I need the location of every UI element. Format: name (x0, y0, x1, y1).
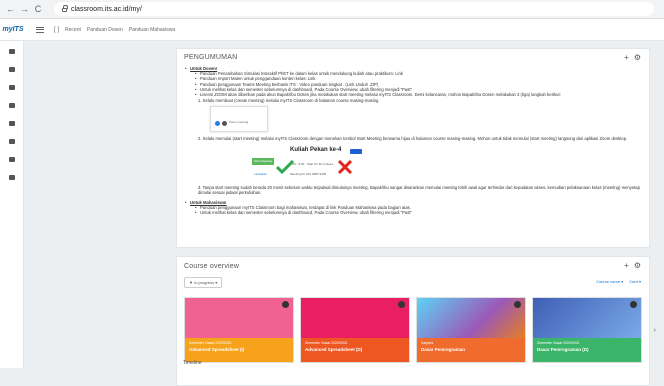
course-overview-title: Course overview (184, 263, 240, 270)
announcement-body: Untuk Dosen! Panduan Penambahan Simulasi… (184, 66, 642, 216)
continue-link: Lanjutkan (254, 171, 268, 176)
course-image (301, 298, 409, 338)
site-navbar: myITS [ ] Recent Panduan Dosen Panduan M… (0, 19, 664, 41)
list-item: Lisensi ZOOM akan diberikan pada akun Ba… (194, 92, 642, 97)
sidebar-item-admin[interactable] (0, 169, 24, 185)
dashboard-icon (9, 48, 15, 54)
browser-toolbar: ← → C classroom.its.ac.id/my/ (0, 0, 664, 19)
announcement-title: PENGUMUMAN (184, 54, 238, 61)
course-image (533, 298, 641, 338)
drawer-icon[interactable]: [ ] (54, 27, 59, 33)
course-card[interactable]: Semester Gasal 2020/2021 Advanced Spreads… (300, 297, 410, 363)
address-url: classroom.its.ac.id/my/ (71, 5, 142, 13)
address-bar[interactable]: classroom.its.ac.id/my/ (54, 2, 654, 16)
add-icon[interactable]: + (624, 53, 629, 62)
reload-icon[interactable]: C (34, 4, 42, 14)
start-meeting-button: Start Meeting (252, 157, 274, 165)
meeting-time: 9:00 - 9:30 · Start for 30 minutes (290, 161, 334, 166)
zoom-start-button (350, 148, 362, 154)
course-card[interactable]: Semester Gasal 2020/2021 Dasar Pemrograma… (532, 297, 642, 363)
hamburger-icon[interactable] (36, 26, 44, 33)
filter-dropdown[interactable]: ▼ In progress ▾ (184, 277, 223, 288)
start-meeting-screenshot: Start Meeting Lanjutkan Kuliah Pekan ke-… (252, 146, 388, 184)
back-icon[interactable]: ← (6, 4, 15, 14)
cross-icon (338, 159, 352, 174)
timeline-title: Timeline (183, 360, 202, 366)
course-name[interactable]: Advanced Spreadsheet (I) (189, 347, 289, 352)
class-title: Kuliah Pekan ke-4 (290, 146, 342, 153)
calendar-icon (9, 84, 15, 90)
forward-icon[interactable]: → (20, 4, 29, 14)
course-name[interactable]: Dasar Pemrograman (D) (537, 347, 637, 352)
admin-icon (9, 174, 15, 180)
course-name[interactable]: Dasar Pemrograman (421, 347, 521, 352)
course-menu-icon[interactable] (630, 301, 637, 308)
course-overview-block: Course overview + ⚙ ▼ In progress ▾ Cour… (176, 256, 656, 386)
sidebar-item-tools[interactable] (0, 151, 24, 167)
step-3: 3. Tanpa start meeting sudah berada 20 m… (198, 184, 640, 195)
course-image (417, 298, 525, 338)
nav-menu: Recent Panduan Dosen Panduan Mahasiswa (65, 27, 175, 33)
add-icon[interactable]: + (624, 261, 629, 270)
sidebar-item-grades[interactable] (0, 133, 24, 149)
course-name[interactable]: Advanced Spreadsheet (D) (305, 347, 405, 352)
step-1: 1. Selalu membuat (create meeting) melal… (198, 98, 380, 104)
announcement-block: PENGUMUMAN + ⚙ Untuk Dosen! Panduan Pena… (176, 48, 650, 248)
sidebar-item-courses[interactable] (0, 115, 24, 131)
course-card[interactable]: Sarjana Dasar Pemrograman (416, 297, 526, 363)
main-content: PENGUMUMAN + ⚙ Untuk Dosen! Panduan Pena… (176, 48, 656, 386)
sort-dropdown[interactable]: Course name ▾ (596, 279, 623, 284)
course-image (185, 298, 293, 338)
zoom-label: Zoom meeting (229, 120, 249, 125)
nav-recent[interactable]: Recent (65, 27, 81, 33)
file-icon (9, 102, 15, 108)
course-menu-icon[interactable] (514, 301, 521, 308)
wrench-icon (9, 156, 15, 162)
create-meeting-screenshot: Zoom meeting (210, 106, 268, 133)
gear-icon[interactable]: ⚙ (634, 261, 641, 270)
lock-icon (62, 5, 68, 12)
sidebar-item-home[interactable] (0, 61, 24, 77)
left-sidebar (0, 41, 24, 368)
list-item: Untuk melihat kelas dan semester sebelum… (194, 210, 642, 215)
sidebar-item-dashboard[interactable] (0, 43, 24, 59)
view-dropdown[interactable]: Card ▾ (629, 279, 641, 284)
next-arrow-icon[interactable]: › (654, 327, 656, 334)
check-icon (276, 159, 294, 174)
step-2: 2. Selalu memulai (start meeting) melalu… (198, 136, 628, 142)
course-menu-icon[interactable] (398, 301, 405, 308)
zoom-icon (215, 120, 220, 126)
nav-panduan-mahasiswa[interactable]: Panduan Mahasiswa (129, 27, 175, 33)
gear-icon[interactable]: ⚙ (634, 53, 641, 62)
home-icon (9, 66, 15, 72)
course-card[interactable]: Semester Gasal 2020/2021 Advanced Spreads… (184, 297, 294, 363)
sidebar-item-calendar[interactable] (0, 79, 24, 95)
course-menu-icon[interactable] (282, 301, 289, 308)
course-cards: Semester Gasal 2020/2021 Advanced Spreads… (184, 297, 642, 363)
courses-icon (9, 120, 15, 126)
grades-icon (9, 138, 15, 144)
sidebar-item-files[interactable] (0, 97, 24, 113)
myits-logo[interactable]: myITS (0, 26, 26, 33)
nav-panduan-dosen[interactable]: Panduan Dosen (87, 27, 123, 33)
meeting-icon (222, 120, 227, 126)
meeting-id: Meeting ID: 910 9982 9402 (290, 171, 327, 176)
